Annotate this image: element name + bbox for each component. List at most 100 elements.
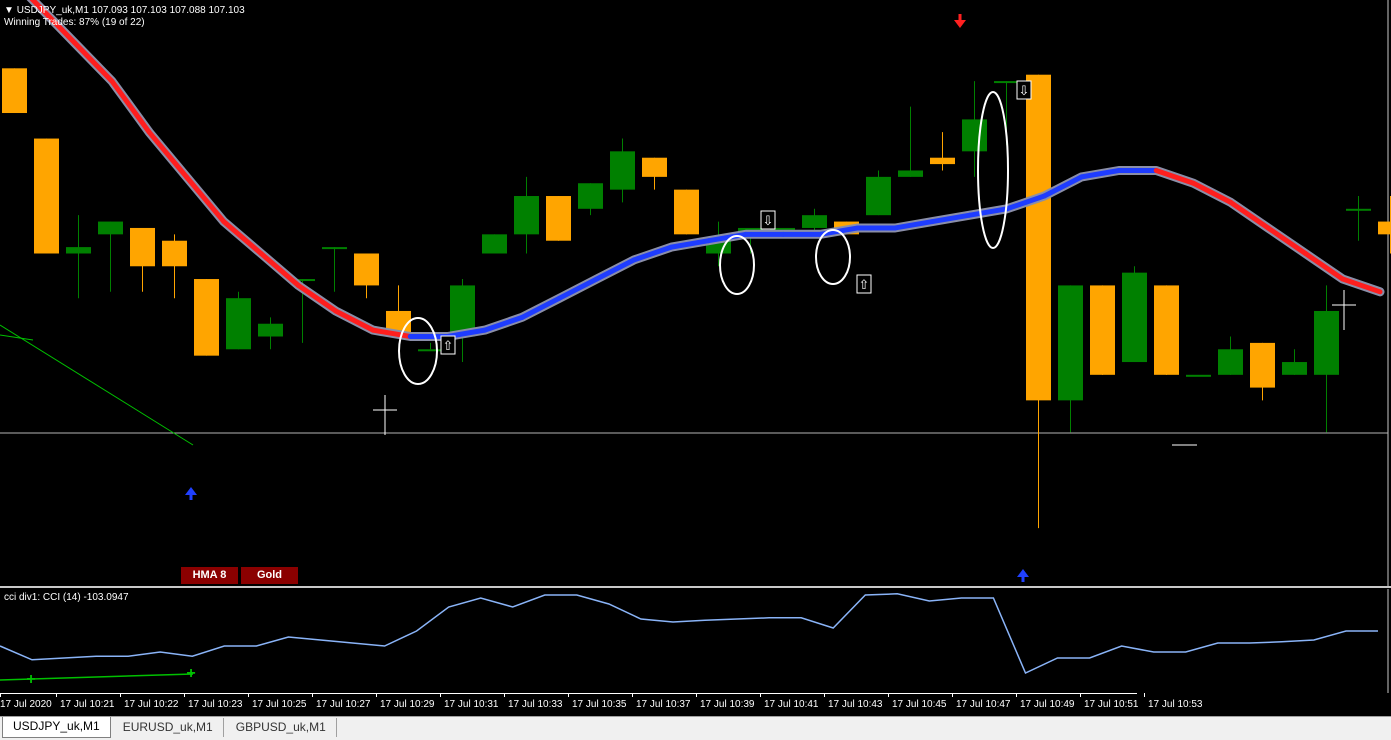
candle [994,81,1019,84]
tab-gbpusd-uk-m1[interactable]: GBPUSD_uk,M1 [226,718,337,737]
time-label: 17 Jul 10:25 [252,699,307,710]
down-arrow-icon: ⇩ [763,214,774,229]
candle [226,298,251,350]
candle [802,215,827,228]
candle [546,196,571,241]
candle [514,196,539,235]
candle [1250,342,1275,388]
candle [866,176,891,216]
time-label: 17 Jul 10:47 [956,699,1011,710]
time-label: 17 Jul 10:39 [700,699,755,710]
time-axis-line [0,693,1137,694]
hma-segment [258,250,301,288]
hma-segment [519,295,562,320]
signal-ellipse [719,235,755,295]
candle [258,323,283,337]
signal-ellipse [977,91,1009,249]
time-label: 17 Jul 10:53 [1148,699,1203,710]
price-chart[interactable]: ⇧ ⇩ ⇧ ⇩ [0,0,1391,586]
hma-segment [333,308,376,333]
candle [674,189,699,235]
time-label: 17 Jul 2020 [0,699,52,710]
cci-indicator-chart[interactable]: + + [0,589,1391,693]
buy-arrow-icon-stem [1021,575,1025,582]
up-arrow-icon: ⇧ [443,339,454,354]
candle [162,240,187,267]
hma-segment [1265,225,1308,256]
time-label: 17 Jul 10:31 [444,699,499,710]
candle [322,247,347,250]
candle [930,157,955,165]
sell-arrow-icon [954,20,966,28]
hma-segment [1191,180,1234,205]
time-label: 17 Jul 10:29 [380,699,435,710]
cci-indicator-label: cci div1: CCI (14) -103.0947 [4,592,129,603]
candle [1090,285,1115,375]
gold-button[interactable]: Gold [241,567,298,584]
candle [1282,362,1307,375]
time-label: 17 Jul 10:41 [764,699,819,710]
time-label: 17 Jul 10:51 [1084,699,1139,710]
time-label: 17 Jul 10:23 [188,699,243,710]
candle [962,119,987,152]
candle [1218,349,1243,375]
down-arrow-icon: ⇩ [1019,84,1030,99]
hma-segment [221,219,264,256]
candle [1186,374,1211,377]
time-axis: 17 Jul 2020 17 Jul 10:21 17 Jul 10:22 17 Ju… [0,693,1203,715]
time-label: 17 Jul 10:45 [892,699,947,710]
time-label: 17 Jul 10:37 [636,699,691,710]
candle [610,151,635,190]
tab-usdjpy-uk-m1[interactable]: USDJPY_uk,M1 [2,717,111,738]
time-tick [1144,693,1145,697]
time-label: 17 Jul 10:33 [508,699,563,710]
candle [98,221,123,235]
candle [1122,272,1147,363]
trend-line [0,324,194,446]
hma-segment [109,78,152,135]
buy-arrow-icon-stem [189,493,193,500]
candle [578,183,603,209]
hma-segment [146,129,189,180]
time-label: 17 Jul 10:43 [828,699,883,710]
candle [1314,310,1339,375]
candle [66,247,91,254]
time-label: 17 Jul 10:21 [60,699,115,710]
hma-segment [594,257,637,282]
tab-eurusd-uk-m1[interactable]: EURUSD_uk,M1 [113,718,224,737]
chart-symbol-info: ▼ USDJPY_uk,M1 107.093 107.103 107.088 1… [4,5,245,16]
candle [194,279,219,356]
hma-segment [556,276,600,301]
chart-tabs-bar: USDJPY_uk,M1 EURUSD_uk,M1 GBPUSD_uk,M1 [0,716,1391,740]
time-label: 17 Jul 10:49 [1020,699,1075,710]
hma-segment [1302,250,1346,282]
collapse-triangle-icon[interactable]: ▼ [4,5,17,16]
winning-trades-label: Winning Trades: 87% (19 of 22) [4,17,145,28]
time-label: 17 Jul 10:27 [316,699,371,710]
window-separator[interactable] [0,586,1391,588]
candle [130,227,155,267]
hma-segment [183,174,227,225]
candle [1346,208,1371,211]
candle [418,349,443,352]
candle [482,234,507,254]
candle [898,170,923,177]
cci-line [0,593,1378,675]
candle [1378,221,1391,235]
hma-segment [295,282,339,314]
candle [354,253,379,286]
time-label: 17 Jul 10:22 [124,699,179,710]
sell-arrow-icon-stem [958,14,962,21]
time-label: 17 Jul 10:35 [572,699,627,710]
signal-ellipse [815,229,851,285]
candle [1058,285,1083,401]
up-arrow-icon: ⇧ [859,278,870,293]
hma-button[interactable]: HMA 8 [181,567,238,584]
candle [1154,285,1179,375]
candle [1026,74,1051,401]
hma-segment [1228,199,1271,231]
candle [2,68,27,114]
divergence-marker-icon: + [186,665,195,682]
hma-segment [72,40,115,84]
candle [642,157,667,177]
